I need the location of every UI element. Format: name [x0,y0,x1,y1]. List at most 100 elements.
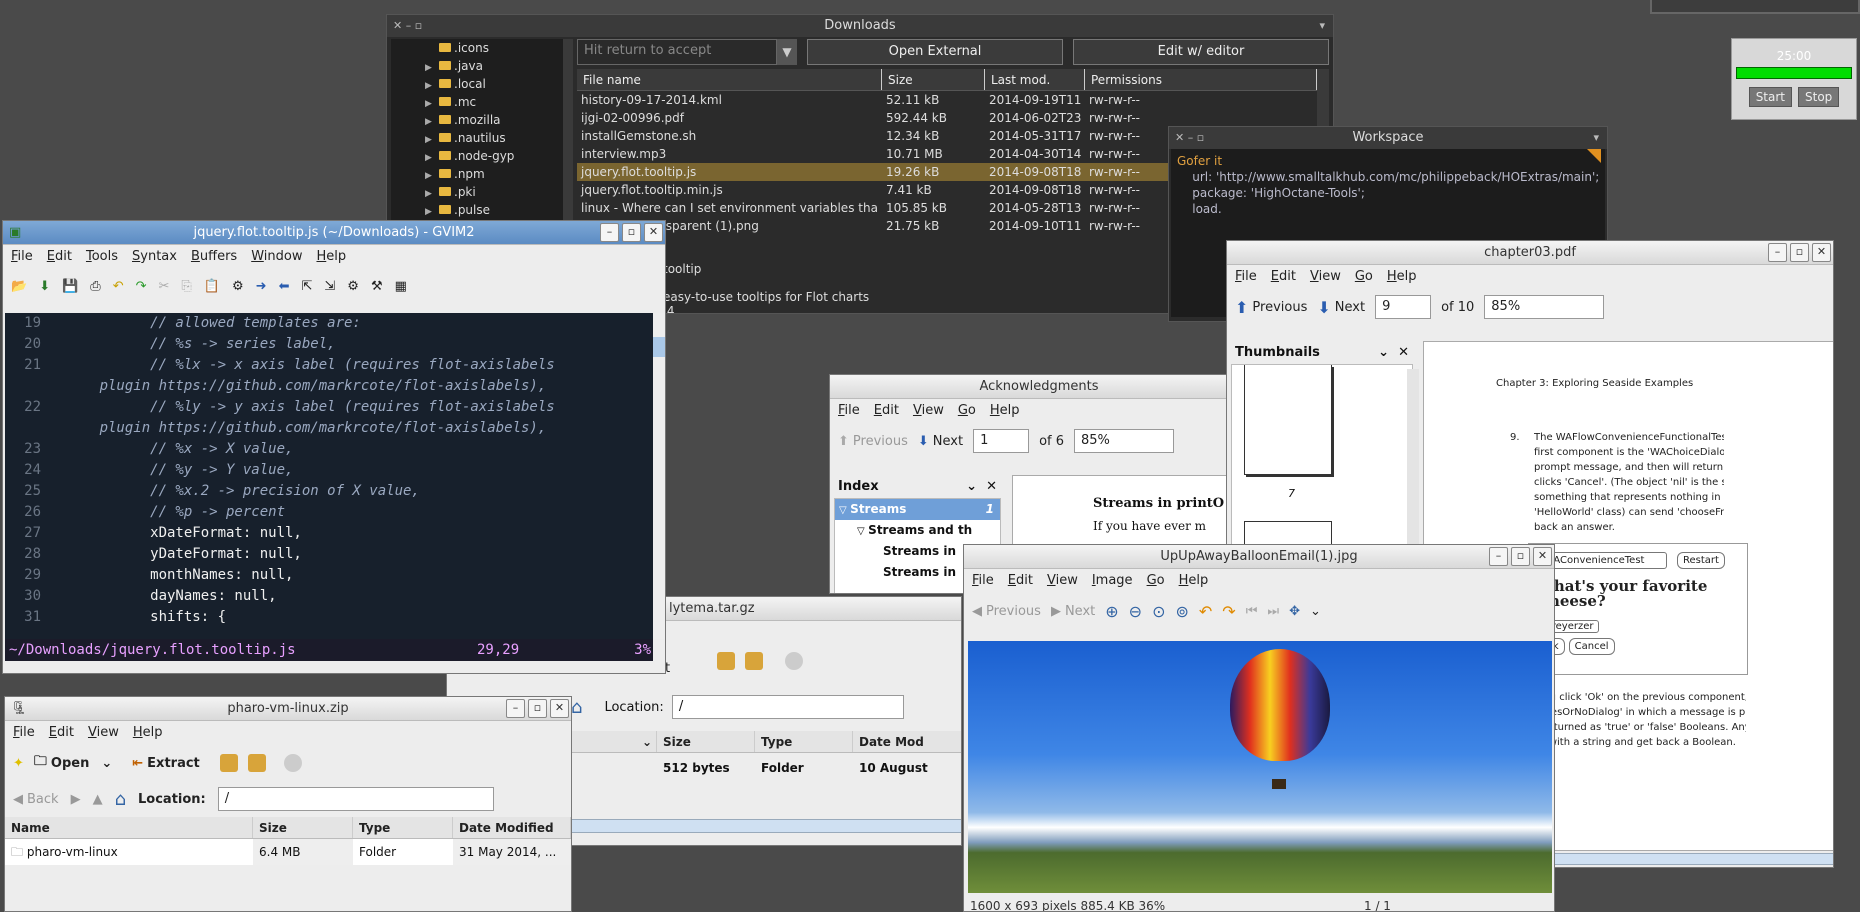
minimize-button[interactable]: – [1768,243,1787,262]
home-icon[interactable]: ⌂ [571,697,582,718]
tree-item[interactable]: ▶ .pulse [391,201,567,219]
previous-button[interactable]: ◀ Previous [972,604,1041,619]
maximize-button[interactable]: ▫ [622,223,641,242]
tree-item[interactable]: ▶ .node-gyp [391,147,567,165]
add-folder-icon[interactable] [745,652,763,670]
index-item[interactable]: ▽ Streams and th [835,520,1000,541]
column-type[interactable]: Type [353,817,453,838]
menu-file[interactable]: File [1235,269,1257,285]
column-size[interactable]: Size [253,817,353,838]
menu-syntax[interactable]: Syntax [132,249,177,265]
maximize-button[interactable]: ▫ [1511,547,1530,566]
add-files-icon[interactable] [219,754,238,772]
menu-edit[interactable]: Edit [1008,573,1033,589]
chevron-down-icon[interactable]: ⌄ [1310,604,1321,619]
expand-arrow-icon[interactable]: ▶ [425,203,439,221]
column-last-mod[interactable]: Last mod. [985,69,1085,90]
column-type[interactable]: Type [755,731,853,752]
previous-button[interactable]: ⬆ Previous [838,434,908,449]
open-icon[interactable]: 📂 [11,279,27,294]
menu-edit[interactable]: Edit [47,249,72,265]
menu-view[interactable]: View [913,403,944,419]
rotate-right-icon[interactable]: ↷ [1222,602,1235,621]
column-name[interactable]: Name [5,817,253,838]
zoom-out-icon[interactable]: ⊖ [1129,602,1142,621]
tree-item[interactable]: .icons [391,39,567,57]
menu-buffers[interactable]: Buffers [191,249,237,265]
up-arrow-icon[interactable]: ▲ [93,792,103,807]
table-row[interactable]: 🗀 pharo-vm-linux 6.4 MB Folder 31 May 20… [5,839,571,865]
open-button[interactable]: 🗀 Open ⌄ [34,752,112,774]
run-script-icon[interactable]: ⚙ [347,279,359,294]
file-row[interactable]: history-09-17-2014.kml 52.11 kB 2014-09-19… [577,91,1317,109]
close-icon[interactable]: ✕ [1398,345,1409,360]
demo-select[interactable]: WAConvenienceTest [1539,552,1667,569]
close-button[interactable]: ✕ [644,223,663,242]
close-button[interactable]: ✕ [1533,547,1552,566]
timer-start-button[interactable]: Start [1748,87,1793,107]
stop-icon[interactable] [283,754,302,772]
undo-icon[interactable]: ↶ [113,279,124,294]
close-button[interactable]: ✕ [1812,243,1831,262]
window-controls-icon[interactable]: ✕ – ▫ [393,19,422,32]
previous-button[interactable]: ⬆ Previous [1235,298,1307,317]
minimize-button[interactable]: – [600,223,619,242]
tree-item[interactable]: ▶ .java [391,57,567,75]
minimize-button[interactable]: – [1489,547,1508,566]
redo-icon[interactable]: ↷ [136,279,147,294]
menu-edit[interactable]: Edit [1271,269,1296,285]
column-size[interactable]: Size [882,69,985,90]
menu-help[interactable]: Help [1387,269,1417,285]
next-button[interactable]: ▶ Next [1051,604,1095,619]
back-button[interactable]: ◀ Back [13,792,59,807]
stop-icon[interactable] [785,652,803,670]
tree-item[interactable]: ▶ .mozilla [391,111,567,129]
menu-view[interactable]: View [88,725,119,741]
file-row[interactable]: ijgi-02-00996.pdf 592.44 kB 2014-06-02T23 r… [577,109,1317,127]
zoom-fit-icon[interactable]: ⊙ [1152,602,1165,621]
make-icon[interactable]: ⚒ [371,279,383,294]
load-session-icon[interactable]: ⇱ [301,279,312,294]
menu-help[interactable]: Help [133,725,163,741]
page-input[interactable]: 1 [973,429,1030,453]
zoom-select[interactable]: 85% [1484,295,1605,319]
save-icon[interactable]: ⬇ [39,279,50,294]
column-size[interactable]: Size [657,731,755,752]
page-input[interactable]: 9 [1375,295,1432,319]
location-input[interactable]: / [217,787,494,811]
tree-item[interactable]: ▶ .mc [391,93,567,111]
edit-editor-button[interactable]: Edit w/ editor [1073,39,1329,65]
new-archive-icon[interactable]: ✦ [13,756,24,771]
menu-tools[interactable]: Tools [86,249,118,265]
tree-item[interactable]: ▶ .nautilus [391,129,567,147]
tree-item[interactable]: ▶ .npm [391,165,567,183]
table-icon[interactable]: ▦ [395,279,407,294]
home-icon[interactable]: ⌂ [115,789,126,810]
index-item[interactable]: ▽ Streams 1 [835,499,1000,520]
menu-edit[interactable]: Edit [49,725,74,741]
expand-arrow-icon[interactable]: ▽ [857,526,868,537]
first-image-icon[interactable]: ⏮ [1246,604,1258,619]
search-dropdown-icon[interactable]: ▼ [777,39,797,65]
chevron-down-icon[interactable]: ⌄ [1378,345,1389,360]
menu-help[interactable]: Help [316,249,346,265]
add-files-icon[interactable] [717,652,735,670]
minimize-button[interactable]: – [506,699,525,718]
save-session-icon[interactable]: ⇲ [324,279,335,294]
extract-button[interactable]: ⇤ Extract [132,756,200,771]
paste-icon[interactable]: 📋 [204,279,220,294]
fullscreen-icon[interactable]: ✥ [1289,604,1300,619]
menu-help[interactable]: Help [1179,573,1209,589]
next-button[interactable]: ⬇ Next [918,434,963,449]
print-icon[interactable]: ⎙ [90,279,100,294]
tree-scrollbar[interactable] [563,39,573,229]
zoom-in-icon[interactable]: ⊕ [1105,602,1118,621]
open-external-button[interactable]: Open External [807,39,1063,65]
find-prev-icon[interactable]: ⬅ [279,279,290,294]
maximize-button[interactable]: ▫ [1790,243,1809,262]
find-replace-icon[interactable]: ⚙ [232,279,244,294]
table-row[interactable]: 512 bytes Folder 10 August [657,757,961,779]
close-button[interactable]: ✕ [550,699,569,718]
restart-button[interactable]: Restart [1677,552,1725,569]
tree-item[interactable]: ▶ .pki [391,183,567,201]
